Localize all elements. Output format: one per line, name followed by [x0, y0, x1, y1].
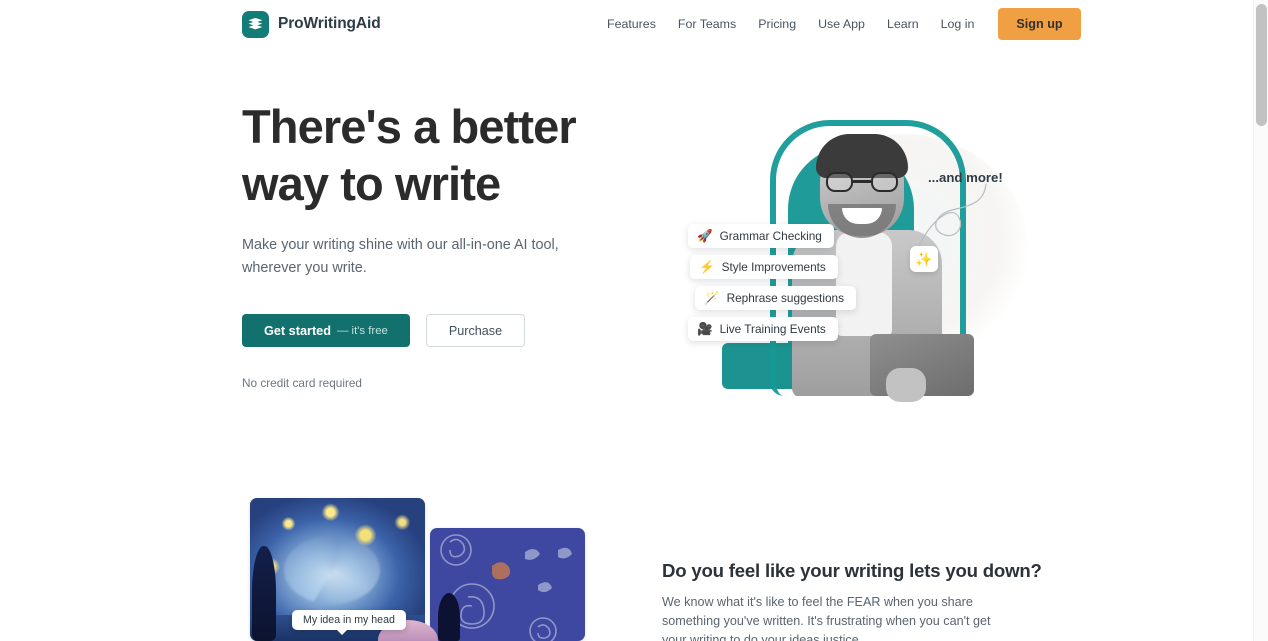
hero-title-line-2: way to write — [242, 157, 501, 210]
page-scrollbar[interactable] — [1253, 0, 1268, 641]
nav-features[interactable]: Features — [596, 11, 667, 37]
nav-pricing[interactable]: Pricing — [747, 11, 807, 37]
site-header: ProWritingAid Features For Teams Pricing… — [0, 0, 1253, 48]
idea-tooltip: My idea in my head — [292, 610, 406, 635]
feature-chip-label: Grammar Checking — [719, 229, 822, 243]
feature-chip-label: Live Training Events — [719, 322, 826, 336]
section-copy: Do you feel like your writing lets you d… — [662, 560, 1042, 641]
get-started-sublabel: — it's free — [336, 324, 388, 337]
person-glasses-icon — [826, 172, 898, 192]
nav-use-app[interactable]: Use App — [807, 11, 876, 37]
sketch-cypress-tree — [438, 593, 460, 641]
lightning-icon: ⚡ — [699, 259, 715, 274]
and-more-label: ...and more! — [928, 170, 1003, 185]
starry-swirl — [284, 536, 380, 604]
feature-chip-rephrase-suggestions: 🪄 Rephrase suggestions — [695, 286, 856, 310]
feature-chip-label: Rephrase suggestions — [726, 291, 844, 305]
brand-name: ProWritingAid — [278, 15, 381, 32]
video-camera-icon: 🎥 — [697, 321, 713, 336]
hero-illustration: ...and more! ✨ 🚀 Grammar Checking ⚡ Styl… — [660, 96, 1030, 402]
nav-for-teams[interactable]: For Teams — [667, 11, 747, 37]
feature-chip-live-training-events: 🎥 Live Training Events — [688, 317, 838, 341]
brand-logo[interactable]: ProWritingAid — [242, 10, 381, 38]
page-root: ProWritingAid Features For Teams Pricing… — [0, 0, 1268, 641]
feature-chip-label: Style Improvements — [721, 260, 826, 274]
starry-cypress-tree — [252, 546, 276, 641]
hero-subtitle: Make your writing shine with our all-in-… — [242, 237, 559, 276]
purchase-button[interactable]: Purchase — [425, 314, 526, 347]
main-navigation: Features For Teams Pricing Use App Learn… — [596, 8, 1081, 40]
sketch-version-image — [430, 528, 585, 641]
get-started-label: Get started — [264, 323, 331, 338]
section-title: Do you feel like your writing lets you d… — [662, 560, 1042, 581]
rocket-icon: 🚀 — [697, 228, 713, 243]
book-logo-icon — [242, 10, 269, 38]
nav-log-in[interactable]: Log in — [930, 11, 986, 37]
no-credit-card-note: No credit card required — [242, 376, 362, 390]
get-started-button[interactable]: Get started — it's free — [242, 314, 410, 347]
person-hand — [886, 368, 926, 402]
signup-button[interactable]: Sign up — [998, 8, 1081, 40]
comparison-illustration: My idea in my head — [250, 498, 590, 641]
feature-chip-style-improvements: ⚡ Style Improvements — [690, 255, 838, 279]
section-body: We know what it's like to feel the FEAR … — [662, 595, 991, 641]
hero-title: There's a better way to write — [242, 98, 642, 212]
nav-learn[interactable]: Learn — [876, 11, 930, 37]
magic-wand-icon: 🪄 — [704, 290, 720, 305]
scrollbar-thumb[interactable] — [1256, 4, 1267, 126]
hero-copy: There's a better way to write Make your … — [242, 98, 642, 390]
feature-chip-grammar-checking: 🚀 Grammar Checking — [688, 224, 834, 248]
hero-cta-group: Get started — it's free Purchase — [242, 314, 642, 347]
sparkle-icon: ✨ — [910, 246, 938, 272]
feature-chip-list: 🚀 Grammar Checking ⚡ Style Improvements … — [688, 224, 856, 341]
hero-title-line-1: There's a better — [242, 100, 577, 153]
